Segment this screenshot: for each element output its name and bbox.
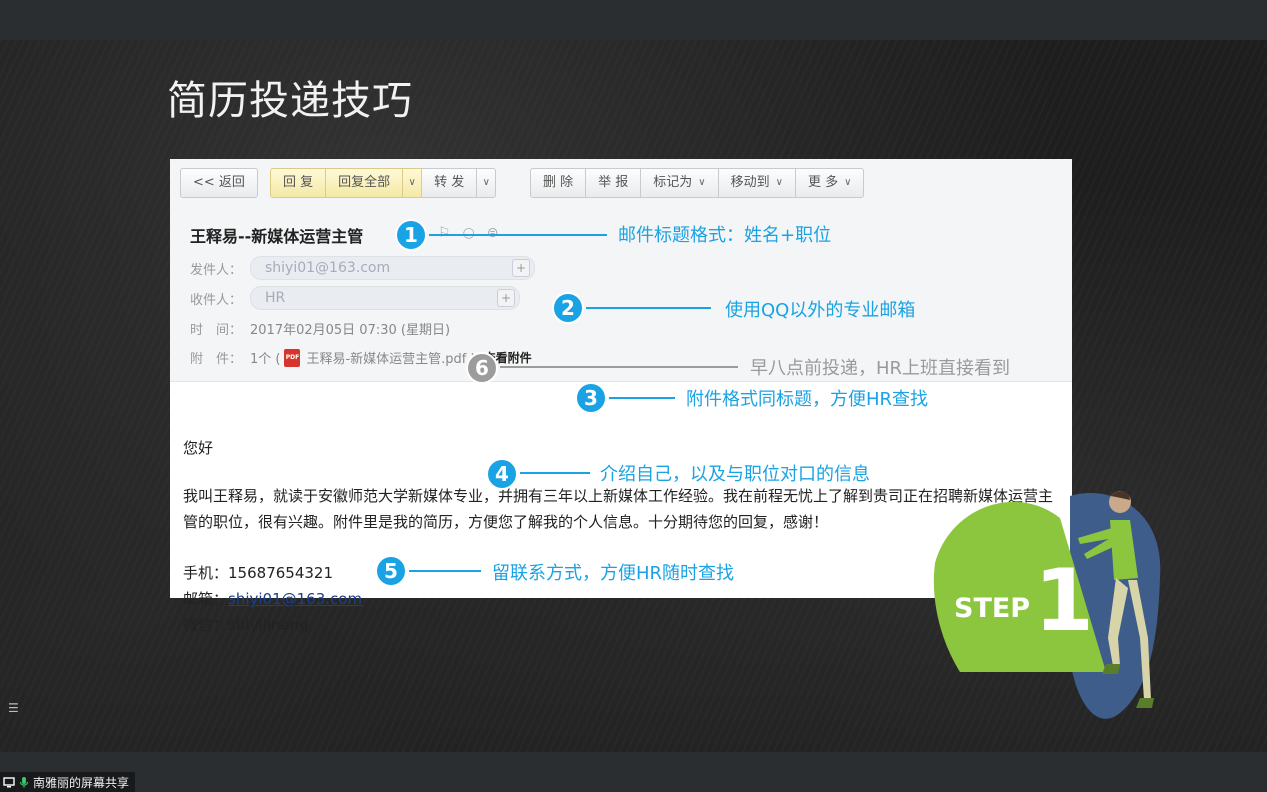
wechat-line: 微信：shiyijineng — [183, 614, 309, 635]
phone-line: 手机：15687654321 — [183, 562, 333, 583]
add-icon[interactable]: + — [497, 289, 515, 307]
list-icon[interactable]: ☰ — [8, 702, 19, 714]
wechat-label: 微信： — [183, 616, 229, 634]
subject-icons: ⚐ ○ ⊜ — [438, 225, 499, 241]
time-row: 时 间： 2017年02月05日 07:30 (星期日) — [190, 319, 450, 338]
phone-value: 15687654321 — [228, 564, 333, 582]
from-label: 发件人： — [190, 262, 243, 278]
more-label: 更 多 — [807, 175, 839, 190]
attachment-filename[interactable]: 王释易-新媒体运营主管.pdf ) — [306, 348, 475, 367]
email-toolbar: << 返回 — [180, 168, 258, 198]
forward-dropdown[interactable]: ∨ — [476, 168, 497, 198]
annotation-text: 邮件标题格式：姓名+职位 — [618, 225, 832, 246]
mail-link[interactable]: shiyi01@163.com — [228, 590, 362, 608]
reply-button[interactable]: 回 复 — [270, 168, 327, 198]
attachment-label: 附 件： — [190, 352, 243, 367]
delete-button[interactable]: 删 除 — [530, 168, 587, 198]
from-value: shiyi01@163.com — [265, 260, 391, 276]
annotation-badge: 4 — [486, 458, 518, 490]
report-label: 举 报 — [598, 175, 629, 190]
reply-all-dropdown[interactable]: ∨ — [402, 168, 423, 198]
bottom-bar — [0, 752, 1267, 792]
pdf-icon: PDF — [284, 348, 301, 367]
annotation-line — [409, 570, 481, 572]
annotation-text: 早八点前投递，HR上班直接看到 — [750, 358, 1011, 379]
mark-as-button[interactable]: 标记为 ∨ — [640, 168, 719, 198]
delete-label: 删 除 — [543, 175, 574, 190]
back-button[interactable]: << 返回 — [180, 168, 258, 198]
phone-label: 手机： — [183, 564, 229, 582]
more-button[interactable]: 更 多 ∨ — [794, 168, 865, 198]
to-row: 收件人： HR + — [190, 286, 520, 310]
email-subject: 王释易--新媒体运营主管 — [190, 227, 364, 246]
reply-group: 回 复 回复全部 ∨ 转 发 ∨ — [270, 168, 497, 198]
wechat-value: shiyijineng — [228, 616, 309, 634]
reply-all-button[interactable]: 回复全部 — [325, 168, 404, 198]
back-label: << 返回 — [193, 175, 245, 190]
step-word: STEP — [954, 593, 1030, 624]
step-number: 1 — [1034, 551, 1094, 651]
mail-line: 邮箱：shiyi01@163.com — [183, 588, 362, 609]
annotation-badge: 5 — [375, 555, 407, 587]
microphone-icon — [19, 777, 29, 788]
printer-icon[interactable]: ⊜ — [487, 225, 499, 241]
annotation-line — [586, 307, 711, 309]
reply-all-label: 回复全部 — [338, 175, 391, 190]
to-value: HR — [265, 290, 286, 306]
annotation-text: 使用QQ以外的专业邮箱 — [725, 300, 916, 321]
step-graphic: STEP 1 — [930, 488, 1180, 728]
annotation-badge: 1 — [395, 219, 427, 251]
report-button[interactable]: 举 报 — [585, 168, 642, 198]
annotation-text: 附件格式同标题，方便HR查找 — [686, 389, 929, 410]
email-header: << 返回 回 复 回复全部 ∨ 转 发 ∨ 删 除 举 报 标记为 ∨ 移动到 ∨… — [170, 159, 1072, 382]
time-label: 时 间： — [190, 323, 243, 338]
chevron-down-icon: ∨ — [482, 177, 490, 188]
action-group: 删 除 举 报 标记为 ∨ 移动到 ∨ 更 多 ∨ — [530, 168, 865, 198]
step-illustration: STEP 1 — [933, 491, 1161, 719]
annotation-text: 介绍自己，以及与职位对口的信息 — [600, 464, 870, 485]
forward-button[interactable]: 转 发 — [421, 168, 478, 198]
reply-label: 回 复 — [283, 175, 314, 190]
to-label: 收件人： — [190, 292, 243, 308]
slide-title: 简历投递技巧 — [167, 78, 413, 124]
screen-share-indicator[interactable]: 南雅丽的屏幕共享 — [0, 772, 136, 792]
from-row: 发件人： shiyi01@163.com + — [190, 256, 535, 280]
annotation-badge: 2 — [552, 292, 584, 324]
mail-label: 邮箱： — [183, 590, 229, 608]
annotation-text: 留联系方式，方便HR随时查找 — [492, 563, 735, 584]
mark-as-label: 标记为 — [653, 175, 693, 190]
annotation-line — [429, 234, 607, 236]
add-icon[interactable]: + — [512, 259, 530, 277]
from-field[interactable]: shiyi01@163.com + — [250, 256, 535, 280]
annotation-badge: 3 — [575, 382, 607, 414]
person-shoe — [1136, 698, 1154, 708]
chevron-down-icon: ∨ — [698, 177, 706, 188]
screen-share-label: 南雅丽的屏幕共享 — [33, 775, 130, 790]
move-to-button[interactable]: 移动到 ∨ — [717, 168, 796, 198]
greeting: 您好 — [183, 439, 214, 457]
flag-icon[interactable]: ⚐ — [438, 225, 451, 241]
move-to-label: 移动到 — [730, 175, 770, 190]
forward-label: 转 发 — [434, 175, 465, 190]
annotation-line — [609, 397, 675, 399]
top-bar — [0, 0, 1267, 40]
chevron-down-icon: ∨ — [775, 177, 783, 188]
annotation-badge: 6 — [466, 352, 498, 384]
annotation-line — [500, 366, 738, 368]
chevron-down-icon: ∨ — [408, 177, 416, 188]
circle-icon[interactable]: ○ — [463, 225, 475, 241]
chevron-down-icon: ∨ — [844, 177, 852, 188]
annotation-line — [520, 472, 590, 474]
presentation-slide: 简历投递技巧 << 返回 回 复 回复全部 ∨ 转 发 ∨ 删 除 举 报 标记… — [0, 40, 1267, 752]
screen-share-icon — [3, 777, 15, 788]
to-field[interactable]: HR + — [250, 286, 520, 310]
attachment-count: 1个 ( — [250, 352, 281, 367]
time-value: 2017年02月05日 07:30 (星期日) — [250, 323, 451, 338]
